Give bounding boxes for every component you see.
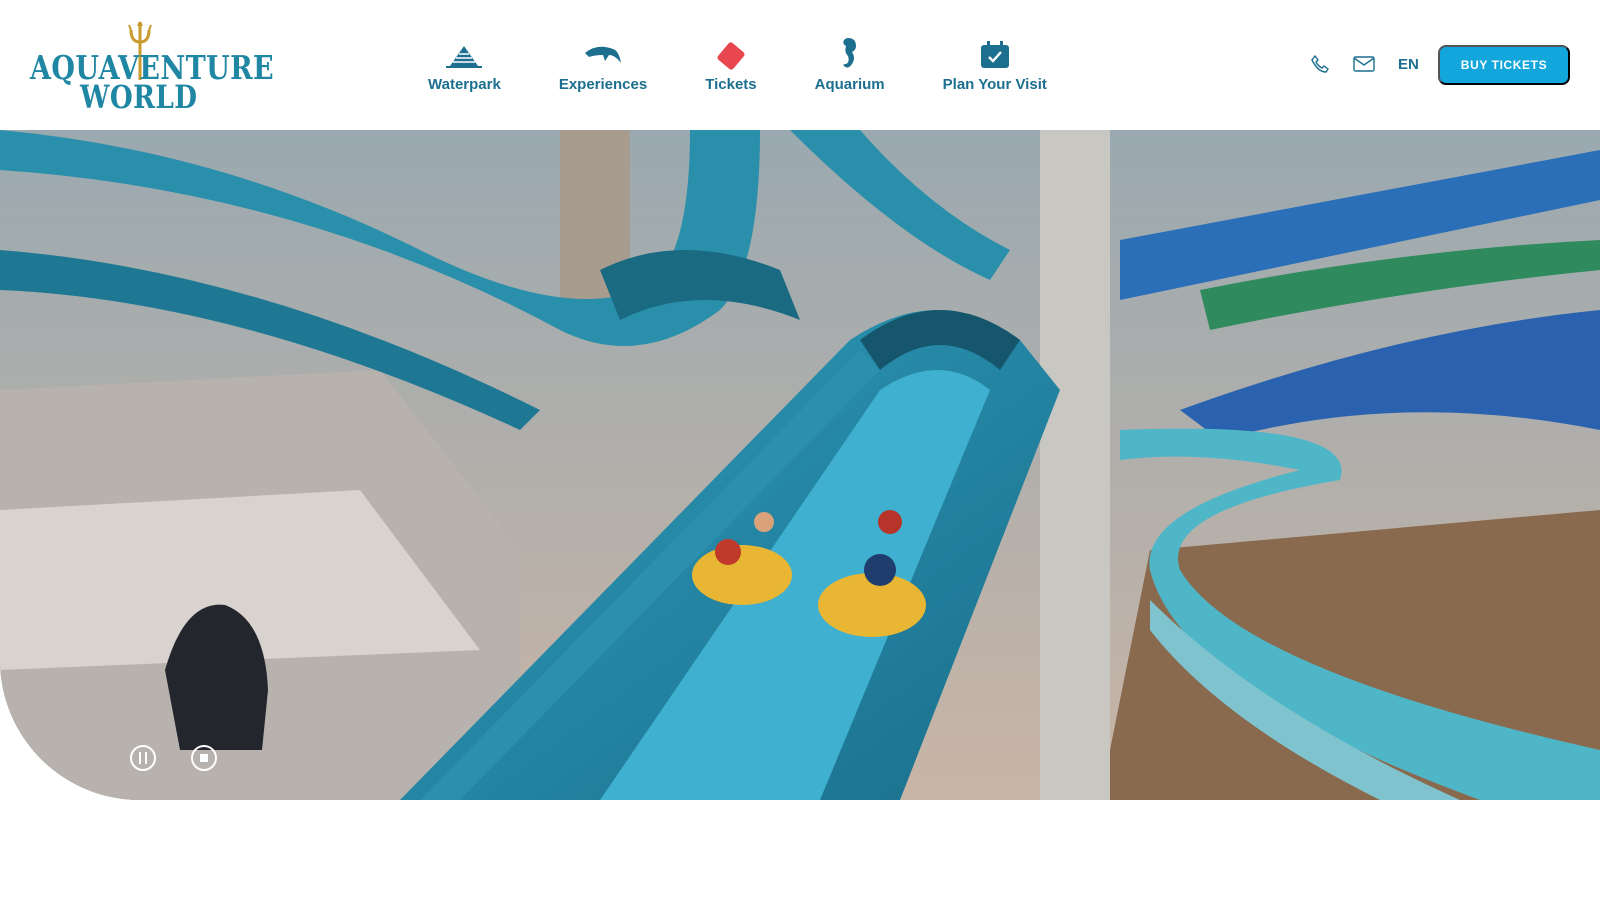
- ticket-icon: [711, 38, 751, 72]
- nav-item-experiences[interactable]: Experiences: [559, 38, 647, 98]
- stop-icon: [200, 754, 208, 762]
- dolphin-icon: [583, 38, 623, 72]
- site-header: AQUAVENTURE WORLD Waterpark Experiences: [0, 0, 1600, 130]
- aquaventure-world-logo[interactable]: AQUAVENTURE WORLD: [28, 20, 274, 116]
- nav-label-waterpark: Waterpark: [428, 76, 501, 93]
- stop-button[interactable]: [191, 745, 217, 771]
- phone-icon[interactable]: [1310, 44, 1330, 84]
- buy-tickets-button[interactable]: BUY TICKETS: [1438, 45, 1570, 85]
- language-selector[interactable]: EN: [1398, 44, 1419, 84]
- waterpark-pyramid-icon: [444, 38, 484, 72]
- nav-item-waterpark[interactable]: Waterpark: [428, 38, 501, 98]
- seahorse-icon: [830, 38, 870, 72]
- hero-video-frame: [0, 130, 1600, 800]
- nav-label-plan-your-visit: Plan Your Visit: [942, 76, 1047, 93]
- nav-label-experiences: Experiences: [558, 76, 648, 93]
- calendar-check-icon: [975, 38, 1015, 72]
- mail-icon[interactable]: [1353, 44, 1375, 84]
- pause-icon: [139, 752, 147, 764]
- nav-item-plan-your-visit[interactable]: Plan Your Visit: [943, 38, 1047, 98]
- nav-item-tickets[interactable]: Tickets: [705, 38, 757, 98]
- pause-button[interactable]: [130, 745, 156, 771]
- main-nav: Waterpark Experiences Tickets Aquarium P…: [428, 38, 1105, 98]
- nav-label-tickets: Tickets: [705, 76, 757, 93]
- nav-item-aquarium[interactable]: Aquarium: [815, 38, 885, 98]
- hero-video: [0, 130, 1600, 800]
- logo-text-line2: WORLD: [80, 78, 198, 116]
- nav-label-aquarium: Aquarium: [814, 76, 885, 93]
